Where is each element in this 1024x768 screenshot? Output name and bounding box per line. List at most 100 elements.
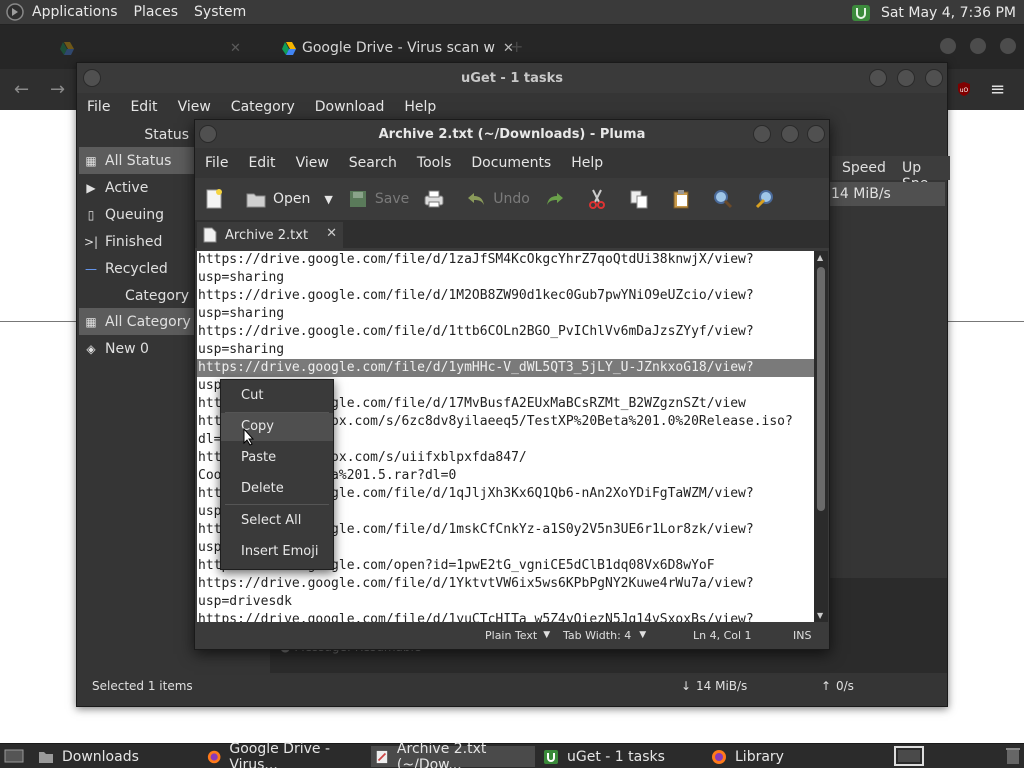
scroll-down-icon[interactable]: ▼: [817, 611, 823, 620]
uget-menu-category[interactable]: Category: [231, 99, 295, 115]
tab-width-dropdown[interactable]: Tab Width: 4 ▼: [563, 625, 646, 645]
uget-menu-file[interactable]: File: [87, 99, 110, 115]
context-cut[interactable]: Cut: [221, 382, 333, 410]
show-desktop-icon[interactable]: [4, 748, 24, 764]
new-document-button[interactable]: [203, 188, 231, 210]
task-uget[interactable]: uGet - 1 tasks: [539, 746, 703, 767]
close-window-icon[interactable]: [1000, 38, 1016, 54]
copy-button[interactable]: [628, 188, 656, 210]
status-item-finished[interactable]: >| Finished: [79, 228, 197, 255]
save-button[interactable]: Save: [347, 188, 409, 210]
pluma-menu-documents[interactable]: Documents: [471, 155, 551, 171]
distro-logo-icon[interactable]: [6, 3, 24, 21]
uget-menu-view[interactable]: View: [178, 99, 211, 115]
uget-menu-help[interactable]: Help: [404, 99, 436, 115]
task-pluma[interactable]: Archive 2.txt (~/Dow...: [371, 741, 535, 768]
close-window-icon[interactable]: [925, 69, 943, 87]
pluma-titlebar[interactable]: Archive 2.txt (~/Downloads) - Pluma: [195, 120, 829, 148]
window-menu-icon[interactable]: [199, 125, 217, 143]
scrollbar-thumb[interactable]: [817, 267, 825, 511]
print-button[interactable]: [423, 188, 451, 210]
editor-line[interactable]: usp=drivesdk: [197, 593, 814, 611]
maximize-icon[interactable]: [781, 125, 799, 143]
replace-button[interactable]: [754, 188, 782, 210]
pluma-menu-view[interactable]: View: [296, 155, 329, 171]
paste-button[interactable]: [670, 188, 698, 210]
status-header[interactable]: Status: [79, 123, 197, 147]
editor-line[interactable]: usp=sharing: [197, 341, 814, 359]
close-icon[interactable]: ✕: [326, 226, 337, 241]
ublock-icon[interactable]: uO: [956, 81, 972, 97]
task-downloads[interactable]: Downloads: [34, 746, 198, 767]
back-arrow-icon[interactable]: ←: [14, 79, 29, 100]
pluma-toolbar: Open ▼ Save Undo: [195, 178, 829, 220]
status-item-recycled[interactable]: — Recycled: [79, 255, 197, 282]
browser-tab-1[interactable]: ✕: [60, 33, 260, 63]
open-button[interactable]: Open ▼: [245, 188, 333, 210]
editor-line[interactable]: https://drive.google.com/file/d/1zaJfSM4…: [197, 251, 814, 269]
column-speed[interactable]: Speed: [842, 160, 886, 176]
editor-line[interactable]: usp=sharing: [197, 305, 814, 323]
category-item-all[interactable]: ▦ All Category: [79, 308, 197, 335]
document-tab[interactable]: Archive 2.txt ✕: [197, 222, 343, 248]
task-library[interactable]: Library: [707, 746, 871, 767]
browser-tab-2[interactable]: Google Drive - Virus scan w ✕: [282, 33, 514, 63]
find-button[interactable]: [712, 188, 740, 210]
category-header[interactable]: Category: [79, 284, 197, 308]
pluma-menu-file[interactable]: File: [205, 155, 228, 171]
context-insert-emoji[interactable]: Insert Emoji: [221, 538, 333, 566]
download-speed: 14 MiB/s: [696, 679, 748, 693]
uget-menu-download[interactable]: Download: [315, 99, 385, 115]
scroll-up-icon[interactable]: ▲: [817, 253, 823, 262]
maximize-icon[interactable]: [897, 69, 915, 87]
close-icon[interactable]: ✕: [230, 41, 241, 56]
editor-line[interactable]: https://drive.google.com/file/d/1YktvtVW…: [197, 575, 814, 593]
window-menu-icon[interactable]: [83, 69, 101, 87]
context-copy[interactable]: Copy: [221, 413, 333, 441]
menu-applications[interactable]: Applications: [32, 4, 118, 20]
status-item-all[interactable]: ▦ All Status: [79, 147, 197, 174]
pluma-menu-tools[interactable]: Tools: [417, 155, 452, 171]
save-icon: [349, 191, 366, 207]
uget-titlebar[interactable]: uGet - 1 tasks: [77, 63, 947, 93]
document-icon: ▯: [87, 207, 95, 222]
minimize-icon[interactable]: [869, 69, 887, 87]
status-item-queuing[interactable]: ▯ Queuing: [79, 201, 197, 228]
maximize-icon[interactable]: [970, 38, 986, 54]
editor-line[interactable]: https://drive.google.com/file/d/1ttb6COL…: [197, 323, 814, 341]
close-window-icon[interactable]: [807, 125, 825, 143]
context-delete[interactable]: Delete: [221, 475, 333, 503]
context-select-all[interactable]: Select All: [221, 507, 333, 535]
editor-line[interactable]: https://drive.google.com/file/d/1M2OB8ZW…: [197, 287, 814, 305]
pluma-menu-search[interactable]: Search: [349, 155, 397, 171]
chevron-down-icon[interactable]: ▼: [324, 193, 332, 206]
uget-menu-edit[interactable]: Edit: [130, 99, 157, 115]
pluma-menu-edit[interactable]: Edit: [248, 155, 275, 171]
task-browser[interactable]: Google Drive - Virus...: [203, 741, 367, 768]
pluma-title: Archive 2.txt (~/Downloads) - Pluma: [378, 126, 646, 142]
language-dropdown[interactable]: Plain Text ▼: [485, 625, 550, 645]
menu-system[interactable]: System: [194, 4, 246, 20]
undo-button[interactable]: Undo: [465, 188, 530, 210]
redo-button[interactable]: [544, 188, 572, 210]
editor-line[interactable]: usp=sharing: [197, 269, 814, 287]
trash-icon[interactable]: [1004, 746, 1022, 766]
minimize-icon[interactable]: [753, 125, 771, 143]
pluma-menu-help[interactable]: Help: [571, 155, 603, 171]
category-item-new[interactable]: ◈ New 0: [79, 335, 197, 362]
category-item-label: All Category: [105, 313, 191, 330]
editor-line[interactable]: https://drive.google.com/file/d/1ymHHc-V…: [197, 359, 814, 377]
cut-button[interactable]: [586, 188, 614, 210]
menu-places[interactable]: Places: [134, 4, 179, 20]
vertical-scrollbar[interactable]: ▲ ▼: [814, 251, 828, 622]
minimize-icon[interactable]: [940, 38, 956, 54]
update-shield-icon[interactable]: [851, 4, 871, 22]
workspace-switcher-icon[interactable]: [894, 746, 924, 766]
forward-arrow-icon[interactable]: →: [50, 79, 65, 100]
context-paste[interactable]: Paste: [221, 444, 333, 472]
new-tab-icon[interactable]: +: [510, 37, 523, 56]
status-item-active[interactable]: ▶ Active: [79, 174, 197, 201]
clock[interactable]: Sat May 4, 7:36 PM: [881, 5, 1016, 21]
hamburger-menu-icon[interactable]: ≡: [990, 79, 1005, 100]
download-row-speed[interactable]: 14 MiB/s: [827, 182, 945, 206]
